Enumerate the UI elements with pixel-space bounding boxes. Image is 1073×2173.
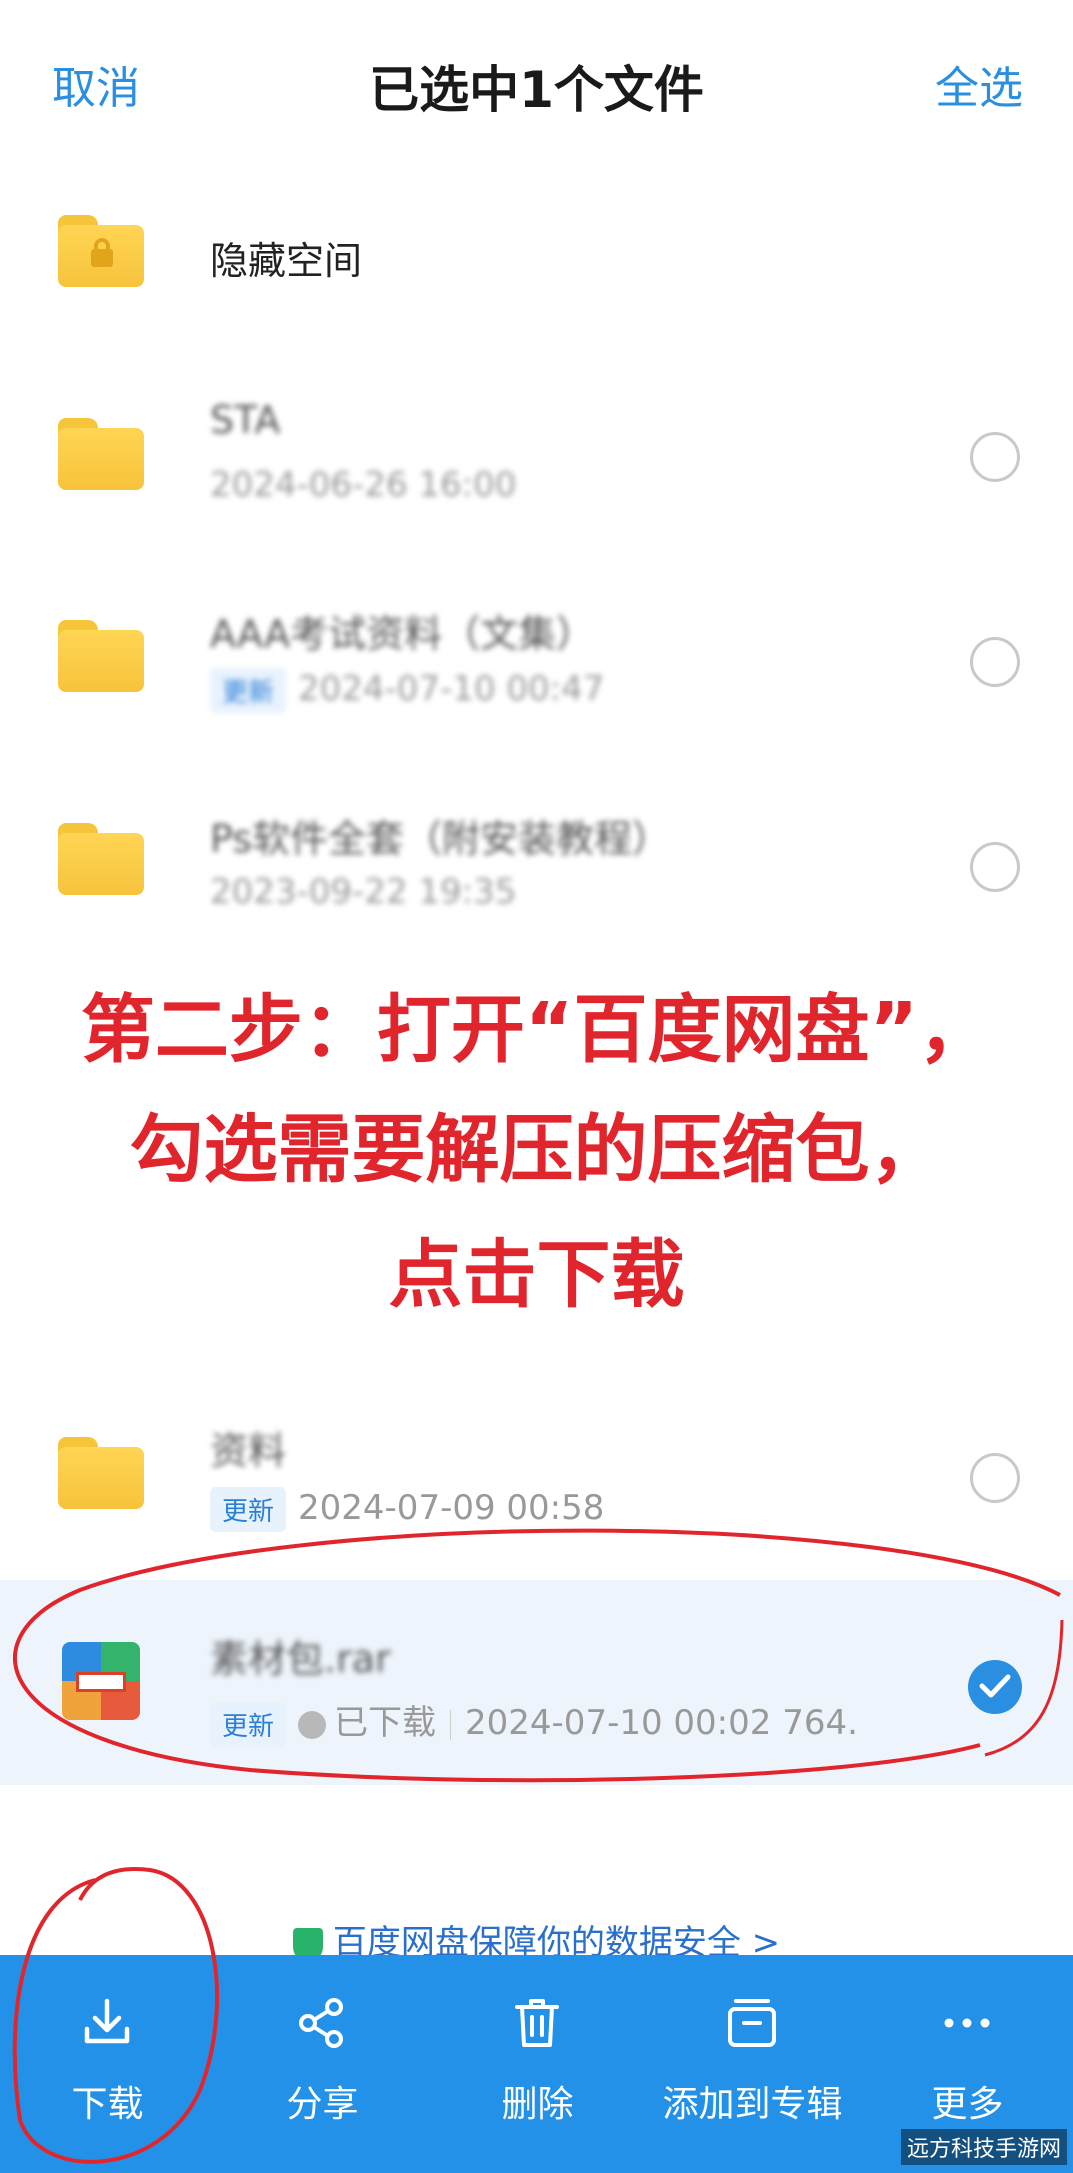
archive-file-icon — [62, 1642, 140, 1720]
file-name: STA — [210, 398, 281, 442]
update-badge: 更新 — [210, 1702, 287, 1747]
album-icon — [728, 1999, 776, 2047]
folder-icon — [58, 418, 144, 490]
download-button[interactable]: 下载 — [0, 1955, 215, 2173]
page: 取消 已选中1个文件 全选 隐藏空间 STA 2024-06-26 16:00 … — [0, 0, 1073, 2173]
select-checkbox[interactable] — [970, 637, 1020, 687]
file-meta: 更新 2024-07-09 00:58 — [210, 1487, 604, 1532]
annotation-circles — [12, 1528, 1064, 2164]
share-button[interactable]: 分享 — [215, 1955, 430, 2173]
more-icon — [944, 2018, 990, 2028]
file-name: Ps软件全套（附安装教程） — [210, 817, 671, 861]
file-meta: 更新 已下载 2024-07-10 00:02 764. — [210, 1695, 858, 1747]
select-checkbox[interactable] — [970, 432, 1020, 482]
downloaded-check-icon — [298, 1710, 327, 1739]
file-row-selected[interactable] — [0, 1580, 1073, 1785]
file-meta: 2024-06-26 16:00 — [210, 465, 517, 505]
select-checkbox[interactable] — [970, 1453, 1020, 1503]
file-name: 资料 — [210, 1429, 287, 1473]
file-name: 素材包.rar — [210, 1637, 391, 1681]
file-name: AAA考试资料（文集） — [210, 612, 595, 656]
select-all-button[interactable]: 全选 — [935, 52, 1023, 116]
instruction-line-2: 勾选需要解压的压缩包， — [129, 1107, 944, 1193]
downloaded-label: 已下载 — [334, 1703, 437, 1743]
select-checkbox[interactable] — [970, 842, 1020, 892]
trash-icon — [515, 1999, 559, 2047]
download-icon — [84, 1998, 130, 2044]
folder-icon — [58, 620, 144, 692]
file-name: 隐藏空间 — [210, 239, 363, 283]
selected-checkbox[interactable] — [968, 1660, 1022, 1714]
instruction-line-1: 第二步：打开“百度网盘”， — [80, 987, 993, 1073]
folder-icon — [58, 823, 144, 895]
checkmark-icon — [979, 1674, 1011, 1698]
delete-button[interactable]: 删除 — [430, 1955, 645, 2173]
file-meta: 2023-09-22 19:35 — [210, 872, 517, 912]
page-title: 已选中1个文件 — [369, 61, 704, 119]
watermark: 远方科技手游网 — [900, 2129, 1067, 2165]
file-meta: 更新 2024-07-10 00:47 — [210, 668, 604, 713]
share-icon — [299, 1998, 343, 2048]
add-to-album-button[interactable]: 添加到专辑 — [645, 1955, 860, 2173]
selection-header: 取消 已选中1个文件 全选 — [0, 0, 1073, 165]
locked-folder-icon — [58, 215, 144, 287]
update-badge: 更新 — [210, 668, 287, 713]
instruction-line-3: 点击下载 — [388, 1232, 685, 1318]
update-badge: 更新 — [210, 1487, 287, 1532]
folder-icon — [58, 1437, 144, 1509]
